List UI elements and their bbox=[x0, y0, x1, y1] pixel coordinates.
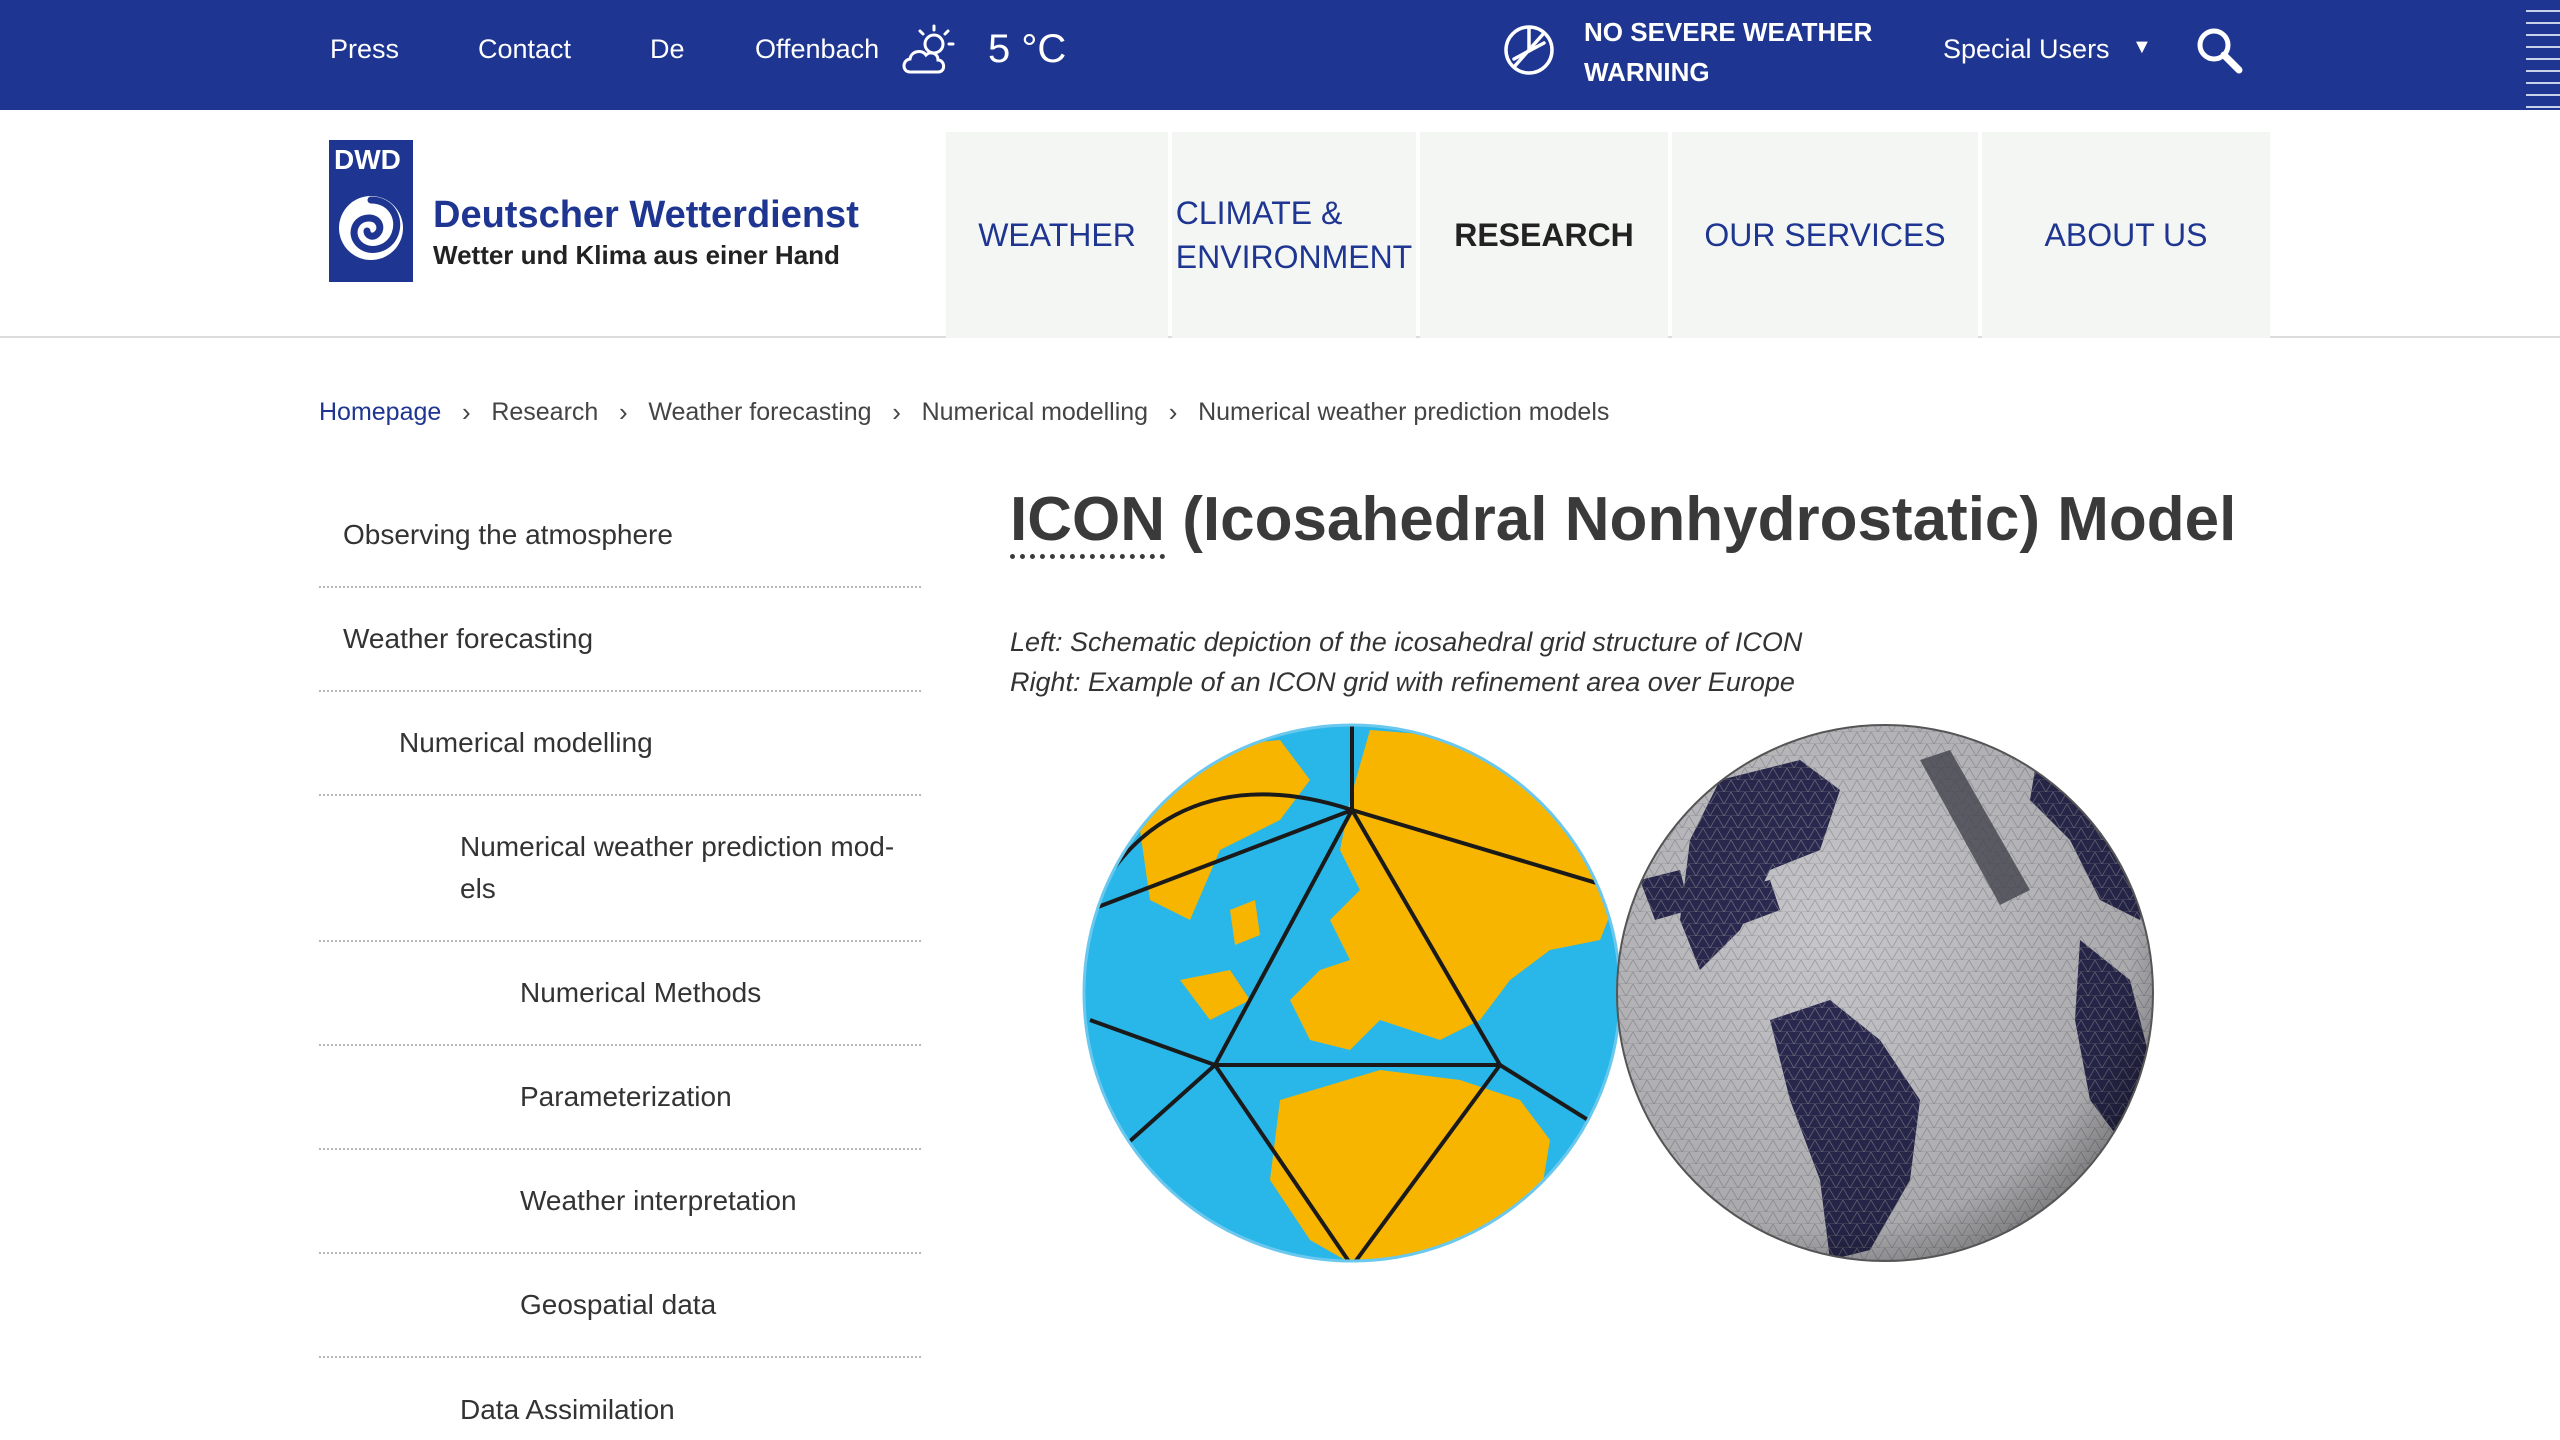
chevron-right-icon: › bbox=[892, 396, 901, 427]
icon-grid-figure bbox=[1082, 723, 2154, 1263]
warning-status[interactable]: NO SEVERE WEATHER WARNING bbox=[1584, 12, 1914, 92]
sidebar-item-weather-interpretation[interactable]: Weather interpretation bbox=[319, 1150, 921, 1254]
sidebar-item-label: Data Assimilation bbox=[460, 1394, 675, 1425]
sidebar-item-parameterization[interactable]: Parameterization bbox=[319, 1046, 921, 1150]
special-users-menu[interactable]: Special Users bbox=[1943, 0, 2110, 98]
sidebar-item-label: Observing the atmosphere bbox=[343, 519, 673, 550]
location-link[interactable]: Offenbach bbox=[755, 0, 879, 98]
contact-link[interactable]: Contact bbox=[478, 0, 571, 98]
swirl-icon bbox=[339, 196, 403, 260]
breadcrumb: Homepage › Research › Weather forecastin… bbox=[319, 392, 1609, 432]
sidebar-item-data-assimilation[interactable]: Data Assimilation bbox=[319, 1358, 921, 1440]
menu-icon[interactable] bbox=[2526, 0, 2560, 110]
logo-slogan: Wetter und Klima aus einer Hand bbox=[433, 240, 840, 270]
nav-research[interactable]: RESEARCH bbox=[1420, 132, 1668, 338]
top-bar: Press Contact De Offenbach 5 °C NO SEVER… bbox=[0, 0, 2560, 110]
nav-weather[interactable]: WEATHER bbox=[946, 132, 1168, 338]
sidebar-item-label: Weather interpretation bbox=[520, 1185, 797, 1216]
sidebar-item-label: Numerical weather prediction mod- bbox=[460, 831, 895, 862]
temperature-readout: 5 °C bbox=[988, 27, 1067, 71]
warning-line-1: NO SEVERE WEATHER bbox=[1584, 17, 1873, 47]
breadcrumb-numerical-modelling[interactable]: Numerical modelling bbox=[922, 398, 1148, 427]
title-rest: (Icosahedral Nonhydrostatic) Model bbox=[1165, 485, 2237, 554]
nav-research-label: RESEARCH bbox=[1454, 217, 1634, 253]
sidebar-item-label: Geospatial data bbox=[520, 1289, 717, 1320]
dwd-logo[interactable]: DWD Deutscher Wetterdienst Wetter und Kl… bbox=[329, 140, 879, 282]
site-header: DWD Deutscher Wetterdienst Wetter und Kl… bbox=[0, 110, 2560, 338]
sidebar-item-label: Parameterization bbox=[520, 1081, 732, 1112]
no-warning-icon[interactable] bbox=[1502, 23, 1556, 77]
breadcrumb-home[interactable]: Homepage bbox=[319, 398, 441, 427]
language-link[interactable]: De bbox=[650, 0, 685, 98]
sidebar-item-weather-forecasting[interactable]: Weather forecasting bbox=[319, 588, 921, 692]
logo-badge-text: DWD bbox=[334, 144, 401, 175]
nav-weather-label: WEATHER bbox=[978, 217, 1136, 253]
logo-name: Deutscher Wetterdienst bbox=[433, 194, 859, 236]
nav-our-services[interactable]: OUR SERVICES bbox=[1672, 132, 1978, 338]
nav-climate-label-2: ENVIRONMENT bbox=[1175, 239, 1413, 275]
chevron-right-icon: › bbox=[618, 396, 628, 427]
sidebar-item-nwp-models[interactable]: Numerical weather prediction mod- els bbox=[319, 796, 921, 942]
nav-about-us[interactable]: ABOUT US bbox=[1982, 132, 2270, 338]
nav-about-label: ABOUT US bbox=[2044, 217, 2208, 253]
nav-services-label: OUR SERVICES bbox=[1704, 217, 1946, 253]
sidebar-item-label-2: els bbox=[460, 873, 496, 904]
title-abbreviation: ICON bbox=[1010, 485, 1165, 559]
nav-climate-label-1: CLIMATE & bbox=[1175, 195, 1343, 231]
search-icon[interactable] bbox=[2193, 24, 2245, 76]
chevron-right-icon: › bbox=[1168, 396, 1178, 427]
icosahedral-globe-image bbox=[1082, 723, 1622, 1263]
breadcrumb-weather-forecasting[interactable]: Weather forecasting bbox=[648, 398, 871, 427]
logo-badge: DWD bbox=[329, 140, 413, 282]
sidebar-navigation: Observing the atmosphere Weather forecas… bbox=[319, 484, 921, 1440]
warning-line-2: WARNING bbox=[1584, 57, 1710, 87]
chevron-down-icon[interactable]: ▼ bbox=[2132, 36, 2152, 59]
main-navigation: WEATHER CLIMATE & ENVIRONMENT RESEARCH O… bbox=[946, 132, 2270, 338]
chevron-right-icon: › bbox=[461, 396, 471, 427]
breadcrumb-research[interactable]: Research bbox=[491, 398, 598, 427]
sidebar-item-geospatial-data[interactable]: Geospatial data bbox=[319, 1254, 921, 1358]
sidebar-item-observing[interactable]: Observing the atmosphere bbox=[319, 484, 921, 588]
press-link[interactable]: Press bbox=[330, 0, 399, 98]
figure-caption: Left: Schematic depiction of the icosahe… bbox=[1010, 622, 1802, 702]
sidebar-item-numerical-methods[interactable]: Numerical Methods bbox=[319, 942, 921, 1046]
caption-right: Right: Example of an ICON grid with refi… bbox=[1010, 667, 1795, 697]
sidebar-item-label: Weather forecasting bbox=[343, 623, 594, 654]
nav-climate-environment[interactable]: CLIMATE & ENVIRONMENT bbox=[1172, 132, 1416, 338]
caption-left: Left: Schematic depiction of the icosahe… bbox=[1010, 627, 1803, 657]
sidebar-item-numerical-modelling[interactable]: Numerical modelling bbox=[319, 692, 921, 796]
sidebar-item-label: Numerical modelling bbox=[399, 727, 653, 758]
breadcrumb-current: Numerical weather prediction models bbox=[1198, 397, 1610, 426]
cloud-sun-icon[interactable] bbox=[900, 22, 960, 78]
page-title: ICON (Icosahedral Nonhydrostatic) Model bbox=[1010, 484, 2237, 559]
refined-grid-globe-image bbox=[1616, 724, 2154, 1262]
sidebar-item-label: Numerical Methods bbox=[520, 977, 762, 1008]
